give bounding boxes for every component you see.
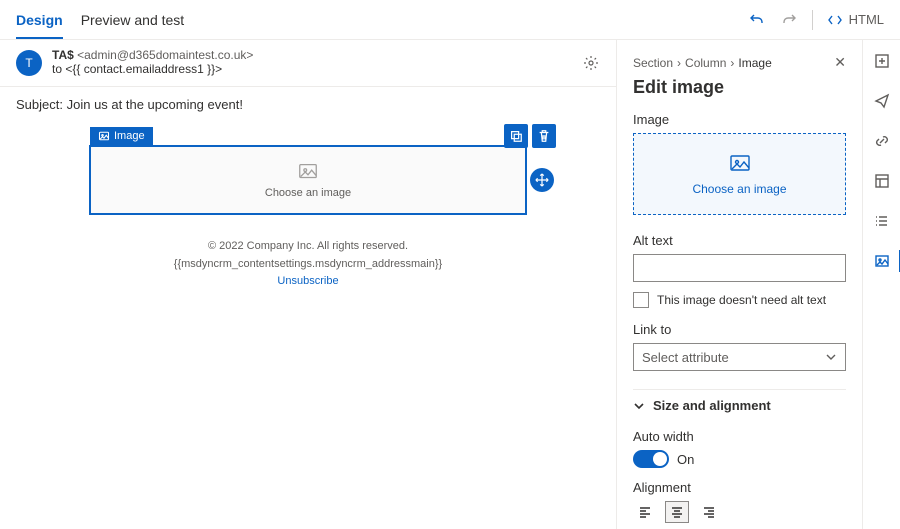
top-bar: Design Preview and test HTML — [0, 0, 900, 40]
right-rail — [862, 40, 900, 529]
to-line: to <{{ contact.emailaddress1 }}> — [52, 62, 600, 76]
alignment-buttons — [633, 501, 846, 523]
image-chip: Image — [90, 127, 153, 145]
email-header: T TA$ <admin@d365domaintest.co.uk> to <{… — [0, 40, 616, 87]
tab-preview-label: Preview and test — [81, 12, 185, 28]
from-name: TA$ — [52, 48, 74, 62]
linkto-placeholder: Select attribute — [642, 350, 729, 365]
choose-image-label: Choose an image — [692, 182, 786, 196]
canvas-pane: T TA$ <admin@d365domaintest.co.uk> to <{… — [0, 40, 616, 529]
size-alignment-section[interactable]: Size and alignment — [633, 389, 846, 421]
autowidth-label: Auto width — [633, 429, 846, 444]
no-alt-checkbox-row[interactable]: This image doesn't need alt text — [633, 292, 846, 308]
move-handle[interactable] — [530, 168, 554, 192]
email-footer: © 2022 Company Inc. All rights reserved.… — [90, 238, 526, 291]
crumb-column[interactable]: Column — [685, 56, 726, 70]
duplicate-button[interactable] — [504, 124, 528, 148]
redo-button[interactable] — [780, 11, 798, 29]
linkto-select[interactable]: Select attribute — [633, 343, 846, 371]
choose-image-label: Choose an image — [265, 187, 351, 199]
subject-value: Join us at the upcoming event! — [67, 97, 243, 112]
image-placeholder-icon — [728, 152, 752, 176]
gear-icon[interactable] — [582, 54, 600, 72]
undo-button[interactable] — [748, 11, 766, 29]
align-right-button[interactable] — [697, 501, 721, 523]
crumb-image: Image — [738, 56, 771, 70]
crumb-section[interactable]: Section — [633, 56, 673, 70]
image-block-wrapper: Image Choose an image — [90, 146, 526, 214]
html-view-label: HTML — [849, 12, 884, 27]
rail-list-icon[interactable] — [871, 210, 893, 232]
from-address: <admin@d365domaintest.co.uk> — [77, 48, 253, 62]
divider — [812, 10, 813, 30]
align-left-button[interactable] — [633, 501, 657, 523]
block-toolbar — [504, 124, 556, 148]
delete-button[interactable] — [532, 124, 556, 148]
alt-text-input[interactable] — [633, 254, 846, 282]
rail-add-icon[interactable] — [871, 50, 893, 72]
checkbox-icon — [633, 292, 649, 308]
breadcrumb: Section › Column › Image ✕ — [633, 54, 846, 71]
avatar: T — [16, 50, 42, 76]
align-center-button[interactable] — [665, 501, 689, 523]
to-prefix: to — [52, 62, 65, 76]
chevron-down-icon — [633, 400, 645, 412]
from-line: TA$ <admin@d365domaintest.co.uk> — [52, 48, 600, 62]
image-block[interactable]: Choose an image — [90, 146, 526, 214]
rail-link-icon[interactable] — [871, 130, 893, 152]
subject-row: Subject: Join us at the upcoming event! — [0, 87, 616, 122]
no-alt-label: This image doesn't need alt text — [657, 293, 826, 307]
properties-panel: Section › Column › Image ✕ Edit image Im… — [616, 40, 862, 529]
subject-label: Subject: — [16, 97, 63, 112]
tabs: Design Preview and test — [16, 0, 184, 39]
footer-address-token: {{msdyncrm_contentsettings.msdyncrm_addr… — [90, 256, 526, 274]
html-view-button[interactable]: HTML — [827, 12, 884, 28]
rail-send-icon[interactable] — [871, 90, 893, 112]
alignment-label: Alignment — [633, 480, 846, 495]
tab-design-label: Design — [16, 12, 63, 28]
to-address: <{{ contact.emailaddress1 }}> — [65, 62, 222, 76]
footer-copyright: © 2022 Company Inc. All rights reserved. — [90, 238, 526, 256]
autowidth-value: On — [677, 452, 694, 467]
canvas-body: Image Choose an image — [0, 122, 616, 331]
tab-design[interactable]: Design — [16, 0, 63, 39]
image-chip-label: Image — [114, 130, 145, 142]
top-right: HTML — [748, 10, 884, 30]
unsubscribe-link[interactable]: Unsubscribe — [277, 275, 338, 287]
alt-text-label: Alt text — [633, 233, 846, 248]
image-placeholder-icon — [297, 161, 319, 183]
rail-image-icon[interactable] — [871, 250, 893, 272]
size-section-label: Size and alignment — [653, 398, 771, 413]
close-icon[interactable]: ✕ — [834, 54, 846, 71]
autowidth-toggle[interactable] — [633, 450, 669, 468]
chevron-down-icon — [825, 351, 837, 363]
linkto-label: Link to — [633, 322, 846, 337]
tab-preview[interactable]: Preview and test — [81, 0, 185, 39]
image-field-label: Image — [633, 112, 846, 127]
rail-layout-icon[interactable] — [871, 170, 893, 192]
panel-title: Edit image — [633, 77, 846, 98]
image-dropzone[interactable]: Choose an image — [633, 133, 846, 215]
